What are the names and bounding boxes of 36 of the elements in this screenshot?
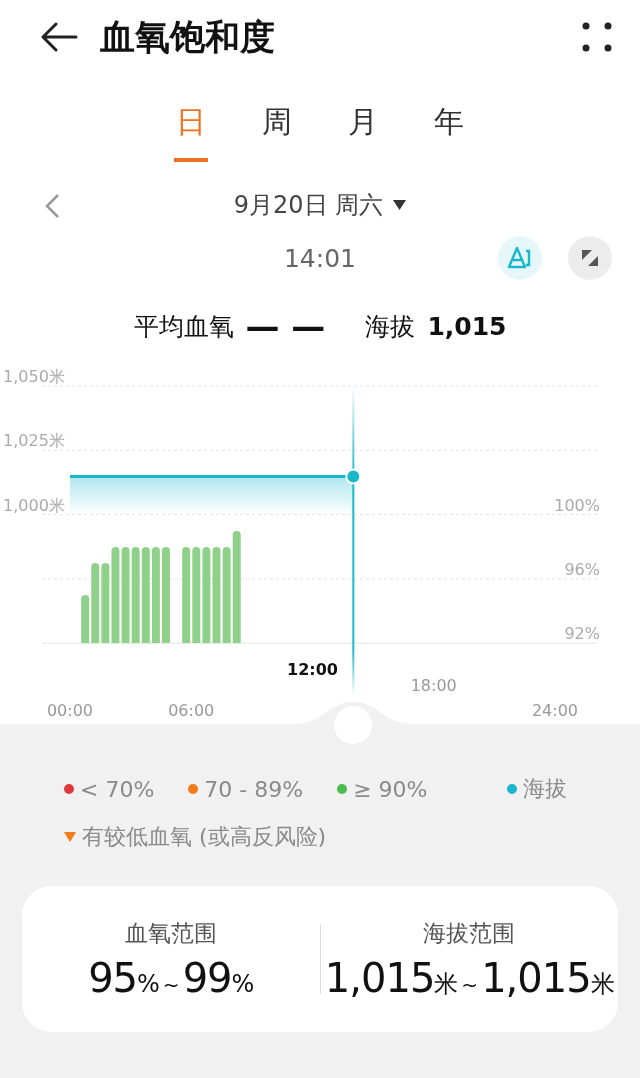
range-value: 1,015米 ~1,015米 [324, 954, 614, 1001]
axis-label: 00:00 [46, 701, 94, 720]
legend-label: < 70% [80, 776, 155, 802]
altitude-point [345, 468, 362, 485]
legend-label: ≥ 90% [353, 776, 428, 802]
period-tab[interactable]: 月 [346, 102, 380, 162]
page-title: 血氧饱和度 [100, 15, 276, 59]
summary-value: 1,015 [427, 311, 507, 341]
previous-icon[interactable] [44, 193, 60, 219]
range-value: 95% ~99% [88, 954, 254, 1001]
expand-icon[interactable] [568, 236, 612, 280]
back-icon[interactable] [40, 22, 78, 52]
axis-label: 12:00 [287, 660, 338, 679]
more-icon[interactable] [582, 22, 612, 52]
period-tab[interactable]: 年 [432, 102, 466, 162]
axis-label: 1,000米 [3, 495, 65, 515]
axis-label: 1,025米 [3, 431, 65, 451]
axis-label: 96% [564, 560, 600, 579]
range-label: 海拔范围 [423, 918, 516, 948]
legend-label: 70 - 89% [204, 776, 304, 802]
axis-label: 24:00 [531, 701, 579, 720]
summary-label: 海拔 [365, 310, 416, 343]
summary-value: — — [245, 306, 326, 346]
time-label: 14:01 [283, 243, 356, 273]
axis-label: 92% [564, 624, 600, 643]
axis-label: 18:00 [410, 676, 457, 695]
range-label: 血氧范围 [124, 918, 217, 948]
caret-icon[interactable] [393, 200, 407, 210]
period-tab[interactable]: 周 [260, 102, 294, 162]
legend-label: 有较低血氧 (或高反风险) [82, 823, 327, 851]
axis-label: 06:00 [168, 701, 215, 720]
summary-label: 平均血氧 [133, 310, 234, 343]
date-label[interactable]: 9月20日 周六 [233, 189, 384, 221]
axis-label: 1,050米 [3, 367, 65, 386]
axis-label: 100% [554, 496, 600, 515]
legend-label: 海拔 [523, 775, 568, 803]
